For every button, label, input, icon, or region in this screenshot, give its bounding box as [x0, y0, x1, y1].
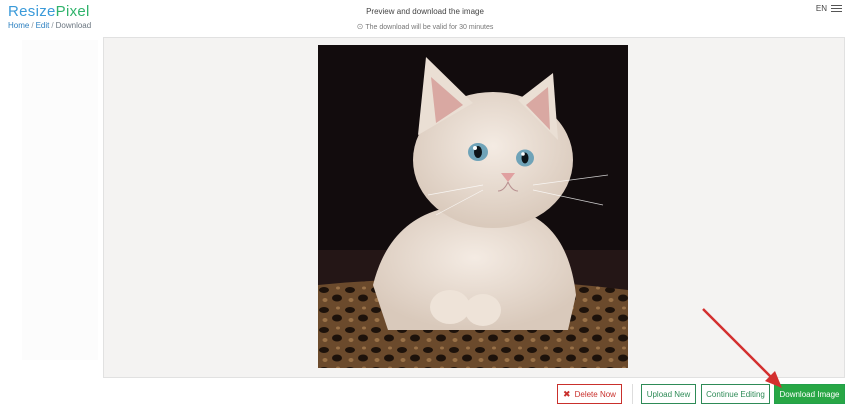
continue-editing-label: Continue Editing [706, 389, 765, 399]
hamburger-icon[interactable] [831, 5, 842, 12]
x-icon: ✖ [563, 388, 571, 399]
download-image-button[interactable]: Download Image [774, 384, 845, 404]
left-panel [22, 40, 98, 360]
button-divider [632, 384, 633, 404]
download-image-label: Download Image [779, 389, 840, 399]
language-label[interactable]: EN [816, 4, 827, 13]
upload-new-label: Upload New [646, 389, 691, 399]
preview-image [318, 45, 628, 368]
delete-now-label: Delete Now [574, 389, 616, 399]
validity-notice-text: The download will be valid for 30 minute… [365, 24, 494, 31]
upload-new-button[interactable]: Upload New [641, 384, 696, 404]
delete-now-button[interactable]: ✖ Delete Now [557, 384, 622, 404]
language-menu[interactable]: EN [816, 4, 842, 13]
continue-editing-button[interactable]: Continue Editing [701, 384, 770, 404]
validity-notice: ⊙ The download will be valid for 30 minut… [0, 22, 850, 31]
page-title: Preview and download the image [366, 7, 484, 16]
clock-icon: ⊙ [356, 22, 364, 31]
